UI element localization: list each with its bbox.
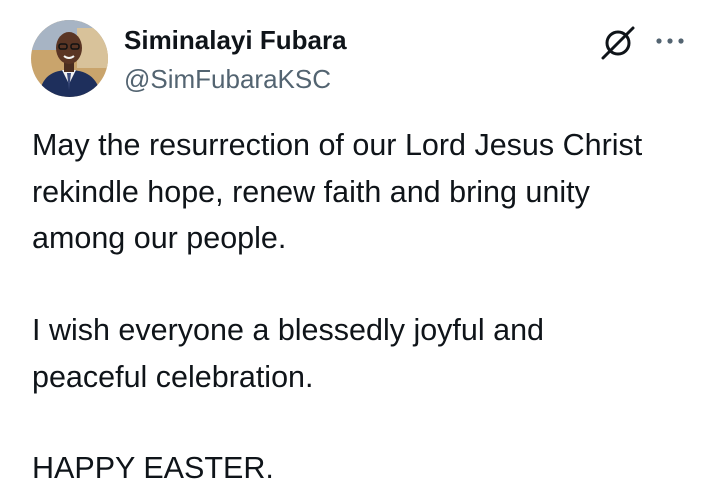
- author-display-name[interactable]: Siminalayi Fubara: [124, 23, 347, 57]
- tweet-line: May the resurrection of our Lord Jesus C…: [32, 128, 643, 162]
- tweet-paragraph-2: I wish everyone a blessedly joyful and p…: [32, 307, 544, 400]
- tweet-line: peaceful celebration.: [32, 359, 314, 394]
- tweet-line: HAPPY EASTER.: [32, 451, 274, 485]
- tweet-card: Siminalayi Fubara @SimFubaraKSC May the …: [0, 0, 720, 497]
- more-options-icon[interactable]: [654, 28, 686, 54]
- tweet-paragraph-1: May the resurrection of our Lord Jesus C…: [32, 122, 642, 262]
- tweet-line: rekindle hope, renew faith and bring uni…: [32, 174, 590, 209]
- tweet-line: among our people.: [32, 221, 287, 255]
- avatar-image: [31, 20, 108, 97]
- author-handle[interactable]: @SimFubaraKSC: [124, 62, 331, 96]
- tweet-line: I wish everyone a blessedly joyful and: [32, 313, 545, 347]
- tweet-paragraph-3: HAPPY EASTER.: [32, 445, 274, 492]
- author-avatar[interactable]: [31, 20, 108, 97]
- grok-icon[interactable]: [598, 24, 638, 62]
